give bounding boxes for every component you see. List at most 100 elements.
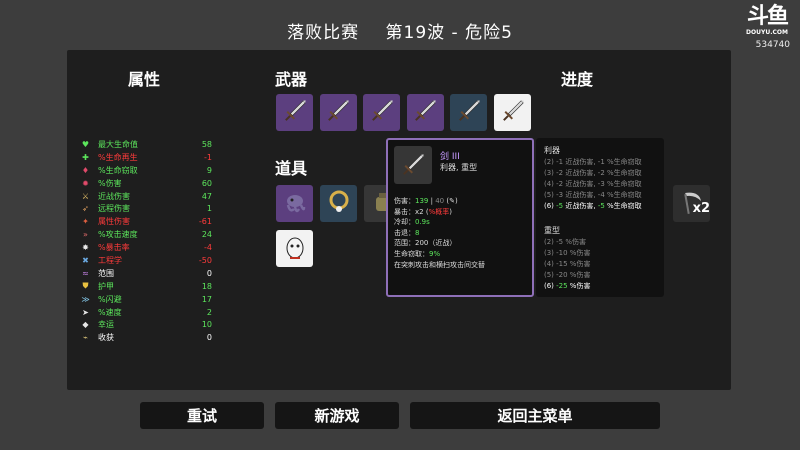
heart-icon: ♥: [81, 139, 90, 149]
crit-value: x2: [415, 207, 424, 216]
stat-value: 58: [201, 139, 212, 149]
luck-icon: ◆: [82, 320, 89, 330]
stat-value: 1: [206, 204, 212, 214]
stat-label: 幸运: [98, 320, 114, 330]
stat-label: %攻击速度: [98, 230, 138, 240]
stat-label: %速度: [98, 307, 122, 317]
items-heading: 道具: [275, 159, 308, 178]
set-name: 利器: [544, 146, 560, 155]
stat-row: » %攻击速度 24: [80, 228, 212, 241]
cooldown-label: 冷却：: [394, 218, 415, 227]
stat-value: 47: [201, 191, 212, 201]
stat-label: %生命窃取: [98, 165, 138, 175]
weapon-tooltip: 剑 III 利器, 重型 伤害：139 | 40 (✎) 暴击：x2 (%概率)…: [386, 138, 534, 297]
set-active-tier: (6): [544, 202, 557, 210]
sword-icon: [367, 96, 397, 130]
set-line: (5) -3 近战伤害, -4 %生命窃取: [544, 191, 642, 199]
retry-button[interactable]: 重试: [140, 402, 264, 429]
tooltip-crit-line: 暴击：x2 (%概率): [394, 207, 452, 216]
set-active-suffix: %生命窃取: [604, 202, 642, 210]
stat-value: 24: [201, 230, 212, 240]
set-active-value-b: -5: [597, 202, 605, 210]
range-value: 200（近战）: [415, 239, 457, 248]
stat-label: 范围: [98, 268, 114, 278]
damage-type-icon: ✎: [449, 197, 455, 205]
tooltip-range-line: 范围：200（近战）: [394, 238, 534, 249]
tentacle-item-icon: [280, 187, 310, 221]
stat-label: %伤害: [98, 178, 122, 188]
tooltip-weapon-name: 剑 III: [440, 152, 460, 162]
damage-icon: ✹: [82, 178, 89, 188]
new-game-button[interactable]: 新游戏: [275, 402, 399, 429]
item-slot[interactable]: [276, 230, 313, 267]
attack-speed-icon: »: [83, 230, 88, 240]
stat-row: ◆ 幸运 10: [80, 318, 212, 331]
ranged-damage-icon: ➶: [82, 204, 89, 214]
item-slot[interactable]: [276, 185, 313, 222]
range-label: 范围：: [394, 239, 415, 248]
tooltip-effect-line: 在突刺攻击和横扫攻击间交替: [394, 260, 485, 269]
item-slot[interactable]: [320, 185, 357, 222]
crit-label: 暴击：: [394, 207, 415, 216]
weapon-slot[interactable]: [276, 94, 313, 131]
sword-icon: [498, 96, 528, 130]
set-bonus-heavy: 重型 (2) -5 %伤害 (3) -10 %伤害 (4) -15 %伤害 (5…: [544, 224, 590, 292]
tooltip-stats: 伤害：139 | 40 (✎) 暴击：x2 (%概率) 冷却：0.9s 击退：8…: [394, 196, 534, 270]
stat-value: -50: [198, 255, 212, 265]
damage-value: 139: [415, 197, 429, 205]
sword-icon: [454, 96, 484, 130]
stat-label: 属性伤害: [98, 217, 130, 227]
stat-label: 工程学: [98, 255, 122, 265]
stat-value: -61: [198, 217, 212, 227]
weapon-slot[interactable]: [494, 94, 531, 131]
stat-value: 0: [206, 333, 212, 343]
result-title: 落败比赛: [287, 23, 360, 43]
set-line-active: (6) -25 %伤害: [544, 281, 590, 292]
set-active-tier: (6): [544, 282, 557, 290]
set-line: (2) -5 %伤害: [544, 238, 586, 246]
weapons-heading: 武器: [275, 70, 308, 89]
crit-chance-icon: ✸: [82, 243, 89, 253]
weapon-slot[interactable]: [319, 94, 357, 131]
harvesting-icon: ⌁: [83, 333, 88, 343]
weapon-slot[interactable]: [363, 94, 401, 131]
main-menu-button[interactable]: 返回主菜单: [410, 402, 660, 429]
stats-heading: 属性: [128, 70, 161, 89]
lifesteal-label: 生命窃取：: [394, 249, 429, 258]
weapon-slot[interactable]: [450, 94, 488, 131]
tooltip-sword-icon: [394, 146, 432, 184]
stat-label: 护甲: [98, 281, 114, 291]
stat-value: 10: [201, 320, 212, 330]
damage-base: 40: [435, 197, 445, 205]
stat-value: 9: [206, 165, 212, 175]
item-count: x2: [692, 201, 710, 216]
range-icon: ≈: [82, 268, 89, 278]
stat-row: ✸ %暴击率 -4: [80, 241, 212, 254]
stat-value: 2: [206, 307, 212, 317]
stat-row: ✦ 属性伤害 -61: [80, 215, 212, 228]
page-title: 落败比赛 第19波 - 危险5: [0, 18, 800, 43]
knockback-label: 击退：: [394, 228, 415, 237]
set-bonus-sharp: 利器 (2) -1 近战伤害, -1 %生命窃取 (3) -2 近战伤害, -2…: [544, 144, 642, 212]
stat-value: 17: [201, 294, 212, 304]
progress-heading: 进度: [561, 70, 594, 89]
douyu-logo: 斗鱼 DOUYU.COM: [744, 6, 790, 37]
stat-label: 最大生命值: [98, 139, 138, 149]
stat-row: ➶ 远程伤害 1: [80, 202, 212, 215]
melee-damage-icon: ⚔: [81, 191, 90, 201]
tooltip-cooldown-line: 冷却：0.9s: [394, 217, 534, 228]
stat-value: 18: [201, 281, 212, 291]
room-id: 534740: [755, 40, 790, 50]
health-regen-icon: ✚: [82, 152, 89, 162]
wave-danger-label: 第19波 - 危险5: [385, 23, 513, 43]
set-active-value-a: -25: [556, 282, 568, 290]
stat-row: ⛊ 护甲 18: [80, 280, 213, 293]
set-active-text: 近战伤害,: [563, 202, 598, 210]
stat-row: ➤ %速度 2: [80, 306, 212, 319]
weapon-slot[interactable]: [406, 94, 444, 131]
set-line: (2) -1 近战伤害, -1 %生命窃取: [544, 158, 642, 166]
egg-item-icon: [280, 232, 310, 266]
stat-value: -1: [204, 152, 212, 162]
stat-row: ⌁ 收获 0: [80, 331, 212, 344]
item-slot[interactable]: x2: [673, 185, 710, 222]
